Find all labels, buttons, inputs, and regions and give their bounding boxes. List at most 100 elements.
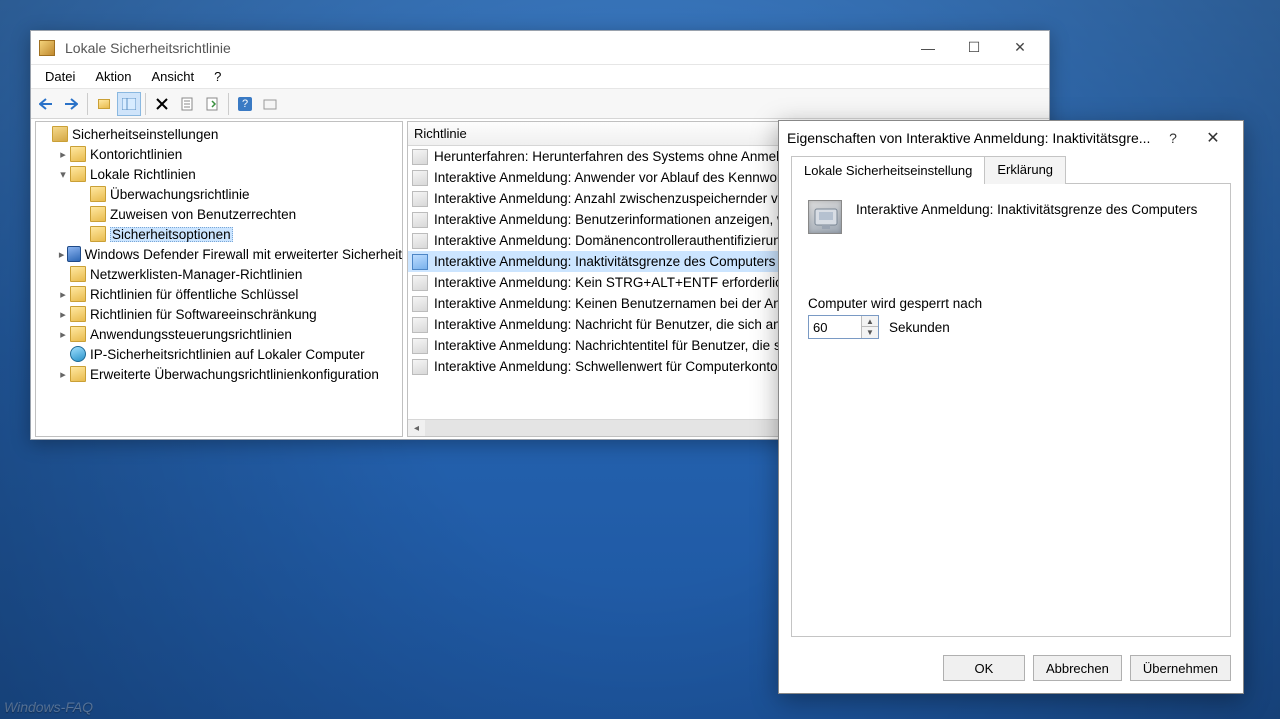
toolbar-separator [145, 93, 146, 115]
tree-node-software-restriction[interactable]: ▸ Richtlinien für Softwareeinschränkung [36, 304, 402, 324]
dialog-body: Lokale Sicherheitseinstellung Erklärung … [779, 155, 1243, 647]
apply-button[interactable]: Übernehmen [1130, 655, 1231, 681]
policy-item-icon [412, 170, 428, 186]
properties-dialog: Eigenschaften von Interaktive Anmeldung:… [778, 120, 1244, 694]
expand-icon[interactable]: ▸ [56, 148, 70, 161]
cancel-button[interactable]: Abbrechen [1033, 655, 1122, 681]
folder-icon [70, 326, 86, 342]
nav-forward-button[interactable] [59, 92, 83, 116]
tree-label: Erweiterte Überwachungsrichtlinienkonfig… [90, 367, 379, 382]
dialog-close-button[interactable]: ✕ [1191, 128, 1235, 148]
folder-icon [90, 186, 106, 202]
tree-label: Netzwerklisten-Manager-Richtlinien [90, 267, 302, 282]
tabstrip: Lokale Sicherheitseinstellung Erklärung [791, 156, 1231, 184]
tree-label: Sicherheitsoptionen [110, 227, 233, 242]
tree-node-netzwerklisten[interactable]: Netzwerklisten-Manager-Richtlinien [36, 264, 402, 284]
tab-explanation[interactable]: Erklärung [984, 156, 1066, 184]
policy-item-icon [412, 296, 428, 312]
tree-label: IP-Sicherheitsrichtlinien auf Lokaler Co… [90, 347, 365, 362]
maximize-button[interactable]: ☐ [951, 33, 997, 63]
folder-icon [70, 146, 86, 162]
nav-back-button[interactable] [34, 92, 58, 116]
up-button[interactable] [92, 92, 116, 116]
menu-help[interactable]: ? [204, 66, 231, 87]
tree-label: Richtlinien für Softwareeinschränkung [90, 307, 317, 322]
policy-row-label: Interaktive Anmeldung: Kein STRG+ALT+ENT… [434, 275, 789, 290]
policy-item-icon [412, 191, 428, 207]
toolbar-separator [87, 93, 88, 115]
policy-item-icon [412, 149, 428, 165]
window-title: Lokale Sicherheitsrichtlinie [65, 40, 905, 56]
tree-node-advanced-audit[interactable]: ▸ Erweiterte Überwachungsrichtlinienkonf… [36, 364, 402, 384]
policy-icon [808, 200, 842, 234]
tree-label: Zuweisen von Benutzerrechten [110, 207, 296, 222]
folder-icon [70, 286, 86, 302]
show-tree-button[interactable] [117, 92, 141, 116]
policy-item-icon [412, 317, 428, 333]
expand-icon[interactable]: ▸ [56, 308, 70, 321]
tree-node-app-control[interactable]: ▸ Anwendungssteuerungsrichtlinien [36, 324, 402, 344]
tree-label: Anwendungssteuerungsrichtlinien [90, 327, 292, 342]
folder-icon [70, 166, 86, 182]
spinner-up-button[interactable]: ▲ [862, 316, 878, 327]
tree-root[interactable]: Sicherheitseinstellungen [36, 124, 402, 144]
policy-item-icon [412, 212, 428, 228]
dialog-help-button[interactable]: ? [1155, 130, 1191, 146]
refresh-button[interactable] [258, 92, 282, 116]
folder-icon [52, 126, 68, 142]
dialog-titlebar[interactable]: Eigenschaften von Interaktive Anmeldung:… [779, 121, 1243, 155]
tree-label: Kontorichtlinien [90, 147, 182, 162]
network-icon [70, 346, 86, 362]
tab-body: Interaktive Anmeldung: Inaktivitätsgrenz… [791, 183, 1231, 637]
expand-icon[interactable]: ▸ [56, 288, 70, 301]
tree-label: Windows Defender Firewall mit erweiterte… [85, 247, 402, 262]
policy-row-label: Interaktive Anmeldung: Schwellenwert für… [434, 359, 831, 374]
tab-local-setting[interactable]: Lokale Sicherheitseinstellung [791, 156, 985, 184]
tree-node-lokale-richtlinien[interactable]: ▾ Lokale Richtlinien [36, 164, 402, 184]
menu-action[interactable]: Aktion [85, 66, 141, 87]
watermark: Windows-FAQ [4, 699, 93, 715]
spinner-down-button[interactable]: ▼ [862, 327, 878, 338]
shield-icon [67, 246, 80, 262]
tree-node-ip-security[interactable]: IP-Sicherheitsrichtlinien auf Lokaler Co… [36, 344, 402, 364]
policy-item-icon [412, 254, 428, 270]
policy-title: Interaktive Anmeldung: Inaktivitätsgrenz… [856, 200, 1197, 217]
toolbar-separator [228, 93, 229, 115]
dialog-title: Eigenschaften von Interaktive Anmeldung:… [787, 130, 1155, 146]
delete-button[interactable] [150, 92, 174, 116]
unit-label: Sekunden [889, 320, 950, 335]
minimize-button[interactable]: — [905, 33, 951, 63]
tree-panel[interactable]: Sicherheitseinstellungen ▸ Kontorichtlin… [35, 121, 403, 437]
expand-icon[interactable]: ▸ [56, 328, 70, 341]
policy-item-icon [412, 275, 428, 291]
expand-icon[interactable]: ▸ [56, 368, 70, 381]
tree-label: Lokale Richtlinien [90, 167, 196, 182]
policy-item-icon [412, 233, 428, 249]
collapse-icon[interactable]: ▾ [56, 168, 70, 181]
menu-file[interactable]: Datei [35, 66, 85, 87]
titlebar[interactable]: Lokale Sicherheitsrichtlinie — ☐ ✕ [31, 31, 1049, 65]
inactivity-seconds-input[interactable] [809, 316, 861, 338]
column-header-label: Richtlinie [414, 126, 467, 141]
policy-row-label: Interaktive Anmeldung: Inaktivitätsgrenz… [434, 254, 775, 269]
dialog-button-row: OK Abbrechen Übernehmen [779, 647, 1243, 693]
ok-button[interactable]: OK [943, 655, 1025, 681]
tree-node-public-keys[interactable]: ▸ Richtlinien für öffentliche Schlüssel [36, 284, 402, 304]
help-button[interactable]: ? [233, 92, 257, 116]
policy-item-icon [412, 359, 428, 375]
folder-icon [70, 266, 86, 282]
tree-node-benutzerrechte[interactable]: Zuweisen von Benutzerrechten [36, 204, 402, 224]
tree-node-ueberwachung[interactable]: Überwachungsrichtlinie [36, 184, 402, 204]
tree-node-kontorichtlinien[interactable]: ▸ Kontorichtlinien [36, 144, 402, 164]
export-button[interactable] [200, 92, 224, 116]
expand-icon[interactable]: ▸ [56, 248, 67, 261]
properties-button[interactable] [175, 92, 199, 116]
scroll-left-icon[interactable]: ◂ [408, 420, 425, 436]
close-button[interactable]: ✕ [997, 33, 1043, 63]
tree-node-firewall[interactable]: ▸ Windows Defender Firewall mit erweiter… [36, 244, 402, 264]
tree-label: Überwachungsrichtlinie [110, 187, 250, 202]
menu-view[interactable]: Ansicht [142, 66, 205, 87]
policy-item-icon [412, 338, 428, 354]
tree-label: Richtlinien für öffentliche Schlüssel [90, 287, 298, 302]
tree-node-sicherheitsoptionen[interactable]: Sicherheitsoptionen [36, 224, 402, 244]
